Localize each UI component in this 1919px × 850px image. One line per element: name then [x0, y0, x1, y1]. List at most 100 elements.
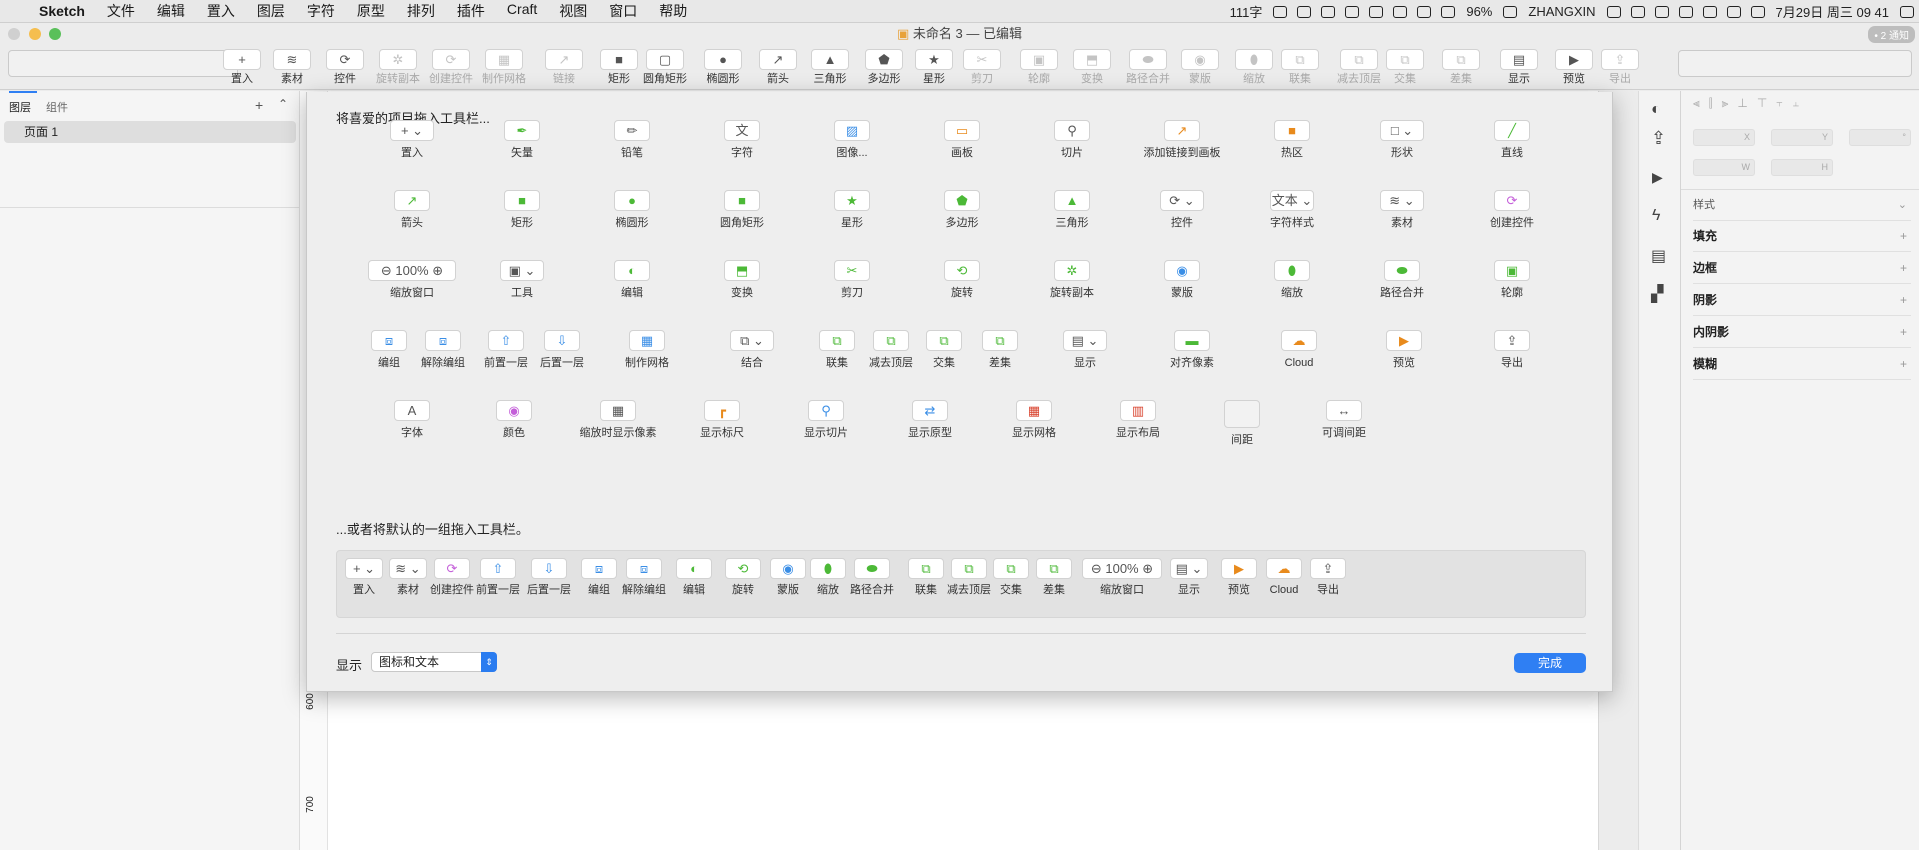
palette-item-scale[interactable]: ⬮ 缩放	[1237, 260, 1347, 300]
collapse-icon[interactable]: ⌃	[278, 97, 288, 111]
menu-item[interactable]: 帮助	[648, 1, 698, 21]
battery-text[interactable]: 96%	[1460, 4, 1498, 19]
toolbar-item-transform[interactable]: ⬒ 变换	[1068, 49, 1116, 86]
palette-item-show-prototype[interactable]: ⇄ 显示原型	[875, 400, 985, 440]
toolbar-item-difference[interactable]: ⧉ 差集	[1437, 49, 1485, 86]
palette-item-insert[interactable]: + ⌄ 置入	[357, 120, 467, 160]
toolbar-item-symbol[interactable]: ⟳ 控件	[321, 49, 369, 86]
palette-item-rotate-copy[interactable]: ✲ 旋转副本	[1017, 260, 1127, 300]
palette-item-image[interactable]: ▨ 图像...	[797, 120, 907, 160]
toolbar-left-field[interactable]	[8, 50, 238, 77]
field-rotation[interactable]: °	[1849, 129, 1911, 146]
toolbar-item-arrow[interactable]: ↗ 箭头	[754, 49, 802, 86]
palette-item-scissors[interactable]: ✂ 剪刀	[797, 260, 907, 300]
palette-item-create-symbol[interactable]: ⟳ 创建控件	[1457, 190, 1567, 230]
app-icon-4[interactable]	[1678, 5, 1693, 18]
add-icon[interactable]: +	[1900, 349, 1907, 380]
palette-item-text[interactable]: 文字符	[687, 120, 797, 160]
control-center-icon[interactable]	[1750, 5, 1765, 18]
bluetooth-icon[interactable]	[1393, 5, 1408, 18]
toolbar-item-link[interactable]: ↗ 链接	[540, 49, 588, 86]
field-h[interactable]: H	[1771, 159, 1833, 176]
palette-item-space[interactable]: 间距	[1187, 400, 1297, 447]
palette-item-zoom[interactable]: ⊖ 100% ⊕ 缩放窗口	[357, 260, 467, 300]
field-y[interactable]: Y	[1771, 129, 1833, 146]
palette-item-vector[interactable]: ✒ 矢量	[467, 120, 577, 160]
show-mode-select[interactable]: 图标和文本 ⇕	[371, 652, 497, 672]
palette-item-mask[interactable]: ◉ 蒙版	[1127, 260, 1237, 300]
scissors-icon[interactable]	[1345, 5, 1360, 18]
menu-item[interactable]: 编辑	[146, 1, 196, 21]
shield-icon[interactable]	[1702, 5, 1717, 18]
palette-item-flatten[interactable]: ⬬ 路径合并	[1347, 260, 1457, 300]
menu-item[interactable]: 排列	[396, 1, 446, 21]
palette-item-pencil[interactable]: ✏ 铅笔	[577, 120, 687, 160]
palette-item-tools[interactable]: ▣ ⌄ 工具	[467, 260, 577, 300]
add-icon[interactable]: +	[1900, 285, 1907, 316]
tab-components[interactable]: 组件	[46, 99, 68, 115]
app-icon-1[interactable]	[1606, 5, 1621, 18]
bolt-icon[interactable]: ϟ	[1652, 207, 1660, 225]
palette-item-export[interactable]: ⇪ 导出	[1457, 330, 1567, 370]
palette-item-rotate[interactable]: ⟲ 旋转	[907, 260, 1017, 300]
palette-item-font[interactable]: A 字体	[357, 400, 467, 440]
toolbar-item-grid[interactable]: ▦ 制作网格	[480, 49, 528, 86]
notification-badge[interactable]: • 2 通知	[1868, 26, 1915, 43]
toolbar-item-rotate-copy[interactable]: ✲ 旋转副本	[374, 49, 422, 86]
star-icon[interactable]	[1369, 5, 1384, 18]
toolbar-item-star[interactable]: ★ 星形	[910, 49, 958, 86]
palette-item-edit[interactable]: ◐ 编辑	[577, 260, 687, 300]
palette-item-pixels[interactable]: ▦ 缩放时显示像素	[563, 400, 673, 440]
palette-item-outline[interactable]: ▣ 轮廓	[1457, 260, 1567, 300]
menu-item[interactable]: 文件	[96, 1, 146, 21]
toolbar-item-export[interactable]: ⇪ 导出	[1596, 49, 1644, 86]
craft-icon[interactable]: ◐	[1651, 101, 1661, 119]
app-icon-3[interactable]	[1654, 5, 1669, 18]
palette-item-transform[interactable]: ⬒ 变换	[687, 260, 797, 300]
toolbar-item-subtract[interactable]: ⧉ 减去顶层	[1335, 49, 1383, 86]
toolbar-item-create-symbol[interactable]: ⟳ 创建控件	[427, 49, 475, 86]
keyboard-icon[interactable]	[1441, 5, 1456, 18]
palette-item-show-layout[interactable]: ▥ 显示布局	[1083, 400, 1193, 440]
wordcount[interactable]: 111字	[1224, 2, 1269, 21]
menu-item[interactable]: 插件	[446, 1, 496, 21]
done-button[interactable]: 完成	[1514, 653, 1586, 673]
notification-center-icon[interactable]	[1900, 5, 1914, 18]
toolbar-item-rect[interactable]: ■ 矩形	[595, 49, 643, 86]
palette-item-symbols[interactable]: ⟳ ⌄ 控件	[1127, 190, 1237, 230]
airplay-icon[interactable]	[1297, 5, 1312, 18]
share-icon[interactable]: ⇪	[1651, 128, 1666, 149]
location-icon[interactable]	[1321, 5, 1336, 18]
panel-icon[interactable]: ▤	[1651, 246, 1666, 266]
play-icon[interactable]: ▶	[1652, 169, 1663, 186]
palette-item-artboard[interactable]: ▭ 画板	[907, 120, 1017, 160]
menu-app[interactable]: Sketch	[28, 3, 96, 19]
wifi-icon[interactable]	[1273, 5, 1288, 18]
add-page-icon[interactable]: +	[255, 97, 263, 113]
toolbar-item-preview[interactable]: ▶ 预览	[1550, 49, 1598, 86]
toolbar-item-union[interactable]: ⧉ 联集	[1276, 49, 1324, 86]
tab-layers[interactable]: 图层	[9, 99, 31, 115]
grid-select-icon[interactable]: ▞	[1651, 284, 1663, 304]
inspector-section[interactable]: 模糊 +	[1693, 349, 1911, 380]
battery-icon[interactable]	[1503, 5, 1518, 18]
inspector-section[interactable]: 内阴影 +	[1693, 317, 1911, 348]
add-icon[interactable]: +	[1900, 253, 1907, 284]
palette-item-slice[interactable]: ⚲ 切片	[1017, 120, 1127, 160]
palette-item-flex-space[interactable]: ↔ 可调间距	[1289, 400, 1399, 440]
palette-item-pixel-align[interactable]: ▬ 对齐像素	[1137, 330, 1247, 370]
menu-item[interactable]: 原型	[346, 1, 396, 21]
chevron-down-icon[interactable]: ⌄	[1898, 190, 1907, 221]
search-icon[interactable]	[1417, 5, 1432, 18]
menu-item[interactable]: 置入	[196, 1, 246, 21]
inspector-section[interactable]: 阴影 +	[1693, 285, 1911, 316]
toolbar-item-rounded-rect[interactable]: ▢ 圆角矩形	[641, 49, 689, 86]
toolbar-item-scale[interactable]: ⬮ 缩放	[1230, 49, 1278, 86]
menu-item[interactable]: 图层	[246, 1, 296, 21]
palette-item-hotspot[interactable]: ■ 热区	[1237, 120, 1347, 160]
palette-item-grid[interactable]: ▦ 制作网格	[592, 330, 702, 370]
page-row[interactable]: 页面 1	[4, 121, 296, 143]
toolbar-item-polygon[interactable]: ⬟ 多边形	[860, 49, 908, 86]
align-icons[interactable]: ⫷⫿⫸⊥⊤⫟⫠	[1693, 96, 1808, 111]
wechat-icon[interactable]	[1726, 5, 1741, 18]
